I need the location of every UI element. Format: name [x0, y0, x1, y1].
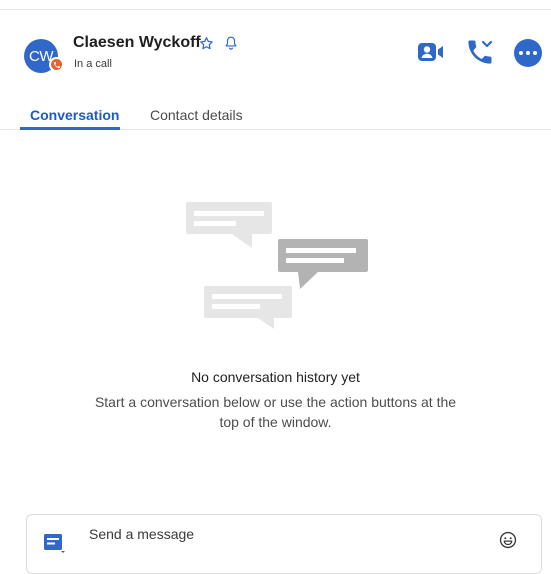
dot: [533, 51, 537, 55]
more-options-button[interactable]: [514, 39, 542, 67]
top-divider: [0, 9, 551, 10]
video-call-button[interactable]: [417, 40, 445, 64]
phone-dropdown-icon: [468, 40, 493, 64]
dot: [526, 51, 530, 55]
message-input[interactable]: [89, 523, 479, 545]
empty-state-description: Start a conversation below or use the ac…: [94, 394, 457, 430]
dot: [519, 51, 523, 55]
empty-conversation-illustration: [186, 202, 368, 329]
tab-conversation[interactable]: Conversation: [30, 107, 119, 123]
message-composer: [26, 514, 542, 574]
bell-icon[interactable]: [224, 35, 238, 51]
contact-name: Claesen Wyckoff: [73, 34, 201, 51]
star-icon[interactable]: [199, 36, 214, 51]
conversation-header: CW Claesen Wyckoff In a call: [0, 28, 551, 78]
in-call-status-badge: [49, 57, 64, 72]
emoji-icon[interactable]: [499, 531, 517, 549]
tab-contact-details[interactable]: Contact details: [150, 107, 243, 123]
phone-call-button[interactable]: [467, 38, 495, 66]
active-tab-indicator: [20, 127, 120, 130]
video-camera-icon: [418, 43, 443, 61]
call-status-text: In a call: [74, 58, 112, 70]
phone-icon: [53, 61, 60, 68]
message-template-icon[interactable]: [43, 532, 65, 554]
empty-state-title: No conversation history yet: [191, 369, 360, 385]
tab-bar: Conversation Contact details: [0, 100, 551, 130]
